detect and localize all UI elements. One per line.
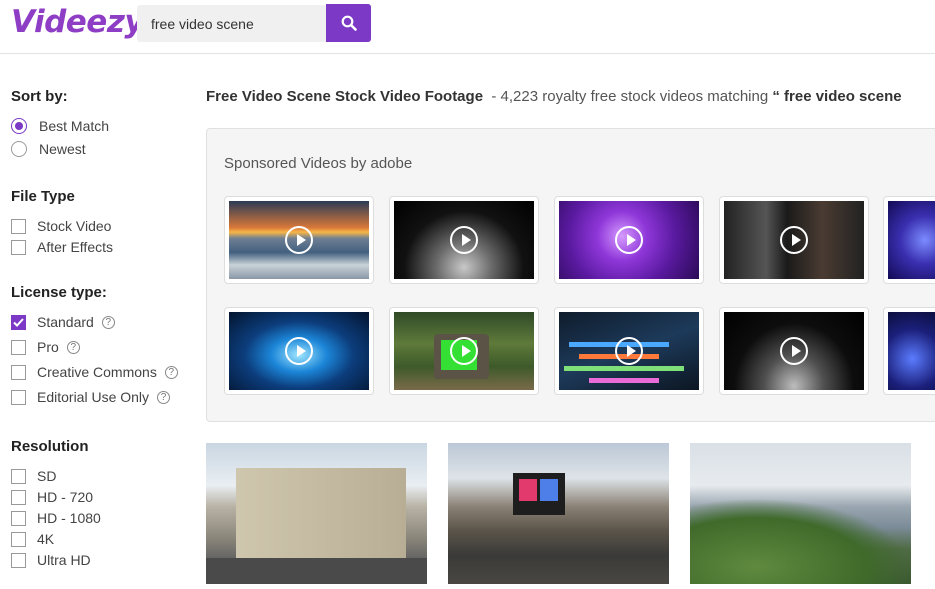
- filter-hd-720[interactable]: HD - 720: [11, 488, 93, 506]
- filter-label: Stock Video: [37, 218, 112, 234]
- radio-unselected[interactable]: [11, 141, 27, 157]
- filter-label: Pro: [37, 339, 59, 355]
- search-input[interactable]: [137, 5, 327, 42]
- play-icon: [450, 226, 478, 254]
- video-result-thumbnail[interactable]: [690, 443, 911, 584]
- filter-after-effects[interactable]: After Effects: [11, 238, 113, 256]
- results-title: Free Video Scene Stock Video Footage: [206, 88, 484, 105]
- filter-label: Standard: [37, 314, 94, 330]
- sponsored-video-thumbnail[interactable]: [224, 307, 374, 395]
- checkbox-checked[interactable]: [11, 314, 26, 330]
- filter-ultra-hd[interactable]: Ultra HD: [11, 551, 91, 569]
- results-query: free video scene: [784, 88, 902, 105]
- checkbox[interactable]: [11, 218, 26, 234]
- video-result-thumbnail[interactable]: [448, 443, 669, 584]
- checkbox[interactable]: [11, 364, 26, 380]
- filter-sd[interactable]: SD: [11, 467, 56, 485]
- filter-4k[interactable]: 4K: [11, 530, 54, 548]
- sort-title: Sort by:: [11, 88, 68, 105]
- checkbox[interactable]: [11, 552, 26, 568]
- checkbox[interactable]: [11, 510, 26, 526]
- sponsored-video-thumbnail[interactable]: [719, 196, 869, 284]
- filter-pro[interactable]: Pro ?: [11, 338, 80, 356]
- results-heading: Free Video Scene Stock Video Footage - 4…: [206, 88, 902, 105]
- checkbox[interactable]: [11, 339, 26, 355]
- site-header: Videezy: [0, 0, 935, 54]
- sponsored-video-thumbnail[interactable]: [554, 196, 704, 284]
- sponsored-video-thumbnail[interactable]: [719, 307, 869, 395]
- radio-selected[interactable]: [11, 118, 27, 134]
- play-icon: [450, 337, 478, 365]
- filter-label: Creative Commons: [37, 364, 157, 380]
- checkbox[interactable]: [11, 389, 26, 405]
- sponsored-videos-panel: Sponsored Videos by adobe: [206, 128, 935, 422]
- license-type-title: License type:: [11, 284, 107, 301]
- checkmark-icon: [13, 317, 24, 327]
- help-icon[interactable]: ?: [157, 390, 171, 404]
- filter-label: Ultra HD: [37, 552, 91, 568]
- checkbox[interactable]: [11, 489, 26, 505]
- sponsored-video-thumbnail[interactable]: [554, 307, 704, 395]
- sponsored-video-thumbnail[interactable]: [883, 196, 935, 284]
- filter-label: Editorial Use Only: [37, 389, 150, 405]
- sponsored-title: Sponsored Videos by adobe: [224, 155, 413, 172]
- video-result-thumbnail[interactable]: [206, 443, 427, 584]
- play-icon: [615, 337, 643, 365]
- help-icon[interactable]: ?: [164, 365, 178, 379]
- filter-label: 4K: [37, 531, 55, 547]
- play-icon: [615, 226, 643, 254]
- query-open-quote: “: [772, 88, 780, 105]
- sponsored-video-thumbnail[interactable]: [883, 307, 935, 395]
- filter-standard[interactable]: Standard ?: [11, 313, 115, 331]
- resolution-title: Resolution: [11, 438, 89, 455]
- help-icon[interactable]: ?: [66, 340, 80, 354]
- sort-option-newest[interactable]: Newest: [11, 140, 86, 158]
- sponsored-video-thumbnail[interactable]: [389, 307, 539, 395]
- filter-creative-commons[interactable]: Creative Commons ?: [11, 363, 178, 381]
- search-button[interactable]: [326, 4, 371, 42]
- filter-stock-video[interactable]: Stock Video: [11, 217, 111, 235]
- play-icon: [780, 226, 808, 254]
- checkbox[interactable]: [11, 239, 26, 255]
- sponsored-video-thumbnail[interactable]: [389, 196, 539, 284]
- checkbox[interactable]: [11, 531, 26, 547]
- filter-editorial-use-only[interactable]: Editorial Use Only ?: [11, 388, 171, 406]
- sort-option-best-match[interactable]: Best Match: [11, 117, 109, 135]
- videezy-logo[interactable]: Videezy: [11, 4, 145, 40]
- play-icon: [285, 337, 313, 365]
- play-icon: [780, 337, 808, 365]
- play-icon: [285, 226, 313, 254]
- sponsored-video-thumbnail[interactable]: [224, 196, 374, 284]
- filter-label: HD - 1080: [37, 510, 101, 526]
- file-type-title: File Type: [11, 188, 75, 205]
- results-count: - 4,223 royalty free stock videos matchi…: [491, 88, 769, 105]
- sort-option-label: Newest: [39, 141, 86, 157]
- search-icon: [341, 15, 357, 31]
- filter-label: HD - 720: [37, 489, 94, 505]
- sort-option-label: Best Match: [39, 118, 110, 134]
- filter-hd-1080[interactable]: HD - 1080: [11, 509, 101, 527]
- help-icon[interactable]: ?: [101, 315, 115, 329]
- filter-label: After Effects: [37, 239, 113, 255]
- filter-label: SD: [37, 468, 57, 484]
- checkbox[interactable]: [11, 468, 26, 484]
